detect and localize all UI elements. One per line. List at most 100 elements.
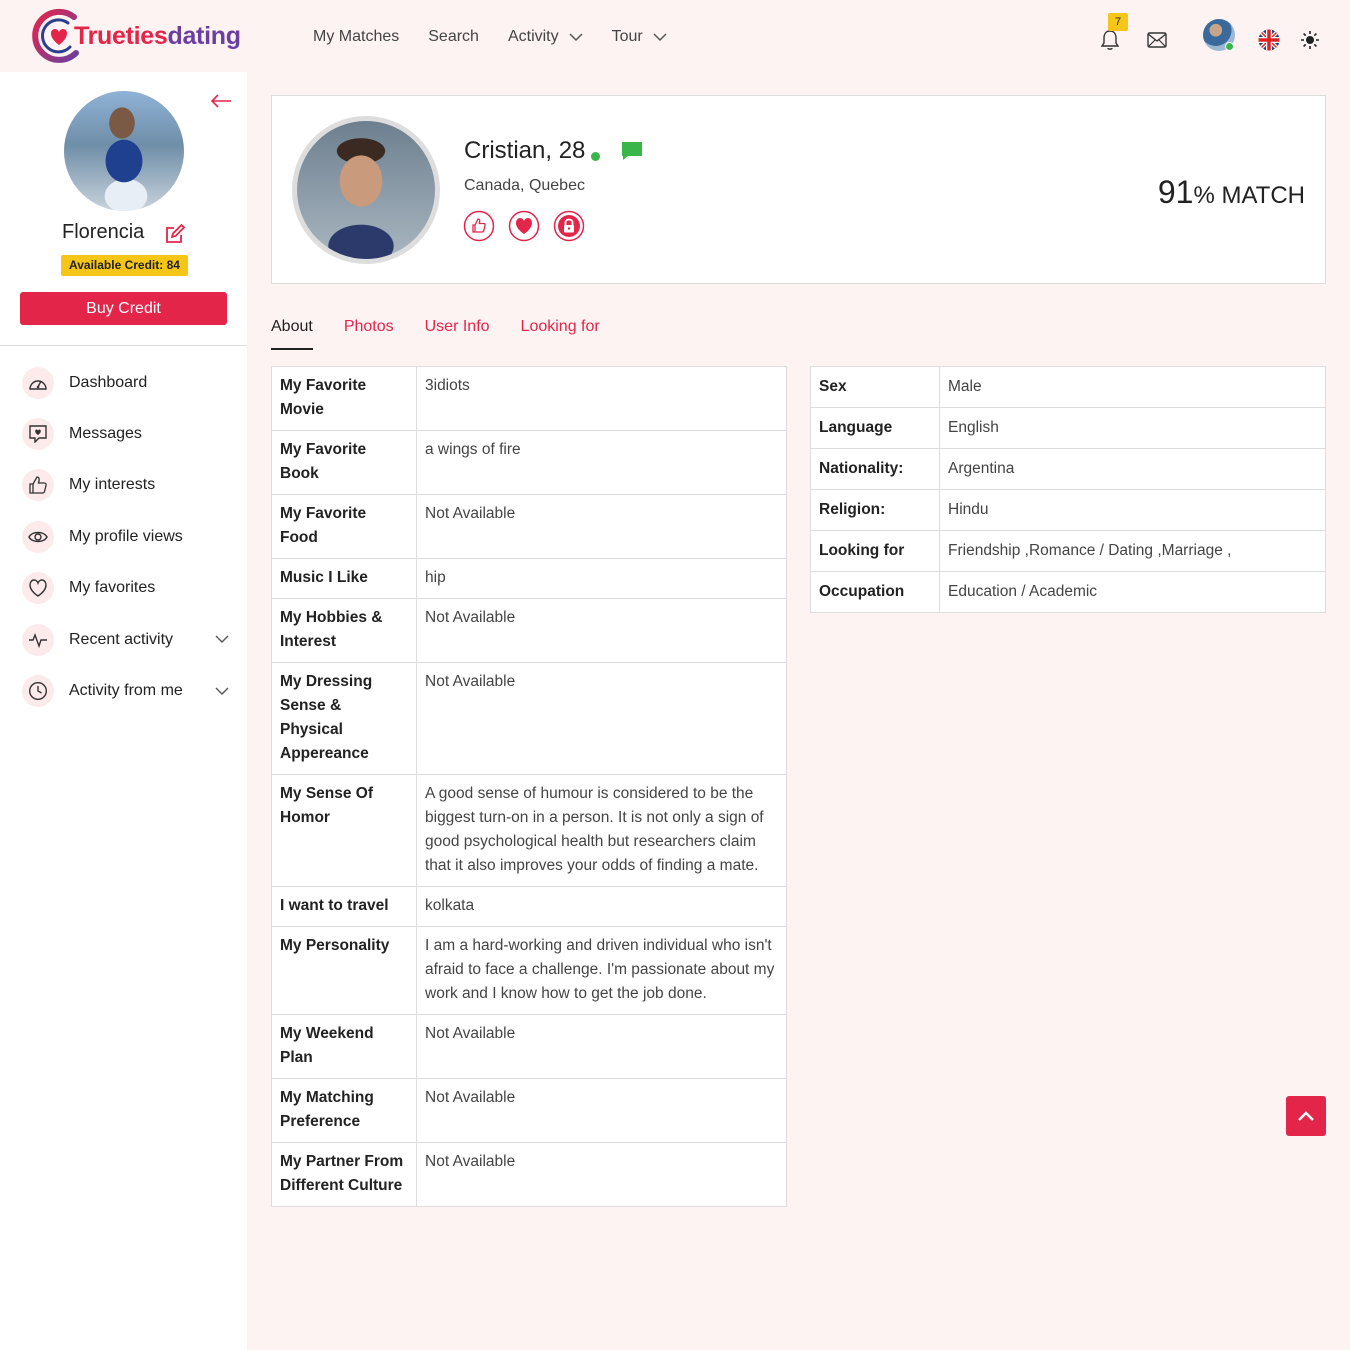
row-key: Looking for xyxy=(810,530,940,572)
sidebar-item-favorites[interactable]: My favorites xyxy=(0,563,247,614)
row-value: kolkata xyxy=(416,886,787,927)
sidebar-item-label: Messages xyxy=(69,425,142,443)
buy-credit-button[interactable]: Buy Credit xyxy=(20,292,227,325)
row-key: My Hobbies & Interest xyxy=(271,598,417,663)
profile-location: Canada, Quebec xyxy=(464,177,585,194)
heart-icon xyxy=(22,572,54,605)
row-key: Sex xyxy=(810,366,940,408)
row-key: My Dressing Sense & Physical Appereance xyxy=(271,662,417,775)
sidebar-item-label: Recent activity xyxy=(69,630,174,648)
row-value: Hindu xyxy=(939,489,1326,531)
chat-bubble-icon xyxy=(622,142,642,160)
table-row: My Partner From Different Culture Not Ava… xyxy=(271,1142,787,1207)
row-key: Nationality: xyxy=(810,448,940,490)
brand-logo[interactable]: Truetiesdating xyxy=(30,6,241,66)
send-message-button[interactable] xyxy=(621,141,643,166)
row-value: Argentina xyxy=(939,448,1326,490)
table-row: Nationality: Argentina xyxy=(810,448,1326,490)
table-row: My Weekend Plan Not Available xyxy=(271,1014,787,1079)
table-row: My Favorite Food Not Available xyxy=(271,494,787,559)
row-value: 3idiots xyxy=(416,366,787,431)
chevron-down-icon xyxy=(215,635,229,644)
user-info-table: Sex Male Language English Nationality: Arge… xyxy=(810,366,1326,613)
edit-profile-button[interactable] xyxy=(165,223,186,249)
mail-icon xyxy=(1147,32,1167,48)
sidebar-user-name: Florencia xyxy=(62,221,145,243)
table-row: Music I Like hip xyxy=(271,558,787,599)
available-credit-badge: Available Credit: 84 xyxy=(61,255,188,276)
main-nav: My Matches Search Activity Tour xyxy=(313,24,696,50)
row-key: My Favorite Movie xyxy=(271,366,417,431)
row-key: I want to travel xyxy=(271,886,417,927)
logo-mark-icon xyxy=(30,7,88,65)
tab-user-info[interactable]: User Info xyxy=(425,318,490,350)
sidebar-item-label: My profile views xyxy=(69,527,183,545)
table-row: My Favorite Book a wings of fire xyxy=(271,430,787,495)
table-row: My Personality I am a hard-working and dr… xyxy=(271,926,787,1015)
heart-icon xyxy=(508,210,540,242)
row-value: Not Available xyxy=(416,662,787,775)
sidebar-item-profile-views[interactable]: My profile views xyxy=(0,511,247,562)
sidebar-item-activity-from-me[interactable]: Activity from me xyxy=(0,665,247,716)
profile-photo[interactable] xyxy=(292,116,440,264)
tab-photos[interactable]: Photos xyxy=(344,318,394,350)
uk-flag-icon xyxy=(1258,29,1280,51)
clock-icon xyxy=(22,675,54,708)
language-selector[interactable] xyxy=(1255,22,1283,58)
row-key: My Sense Of Homor xyxy=(271,774,417,887)
sidebar: Florencia Available Credit: 84 Buy Credi… xyxy=(0,72,247,1350)
sidebar-user-photo[interactable] xyxy=(64,91,184,211)
nav-activity[interactable]: Activity xyxy=(508,24,583,50)
row-value: A good sense of humour is considered to … xyxy=(416,774,787,887)
sidebar-item-recent-activity[interactable]: Recent activity xyxy=(0,614,247,665)
sidebar-item-messages[interactable]: Messages xyxy=(0,408,247,459)
unlock-button[interactable] xyxy=(553,210,585,242)
like-button[interactable] xyxy=(463,210,495,242)
nav-my-matches[interactable]: My Matches xyxy=(313,24,399,50)
user-avatar[interactable] xyxy=(1203,19,1235,51)
nav-label: Search xyxy=(428,28,479,45)
sidebar-item-label: My interests xyxy=(69,476,156,494)
nav-search[interactable]: Search xyxy=(428,24,479,50)
row-key: Occupation xyxy=(810,571,940,613)
table-row: My Matching Preference Not Available xyxy=(271,1078,787,1143)
sidebar-item-dashboard[interactable]: Dashboard xyxy=(0,357,247,408)
lock-icon xyxy=(553,210,585,242)
profile-header-card: Cristian, 28 Canada, Quebec 91% MATCH xyxy=(271,95,1326,284)
message-heart-icon xyxy=(22,418,54,451)
sidebar-divider xyxy=(0,345,247,346)
row-value: Not Available xyxy=(416,1142,787,1207)
online-status-dot xyxy=(591,152,600,161)
bell-icon xyxy=(1100,30,1120,50)
sidebar-item-label: Activity from me xyxy=(69,682,183,700)
profile-name-age: Cristian, 28 xyxy=(464,137,586,164)
row-value: English xyxy=(939,407,1326,449)
match-percentage: 91% MATCH xyxy=(1158,174,1305,211)
about-table: My Favorite Movie 3idiots My Favorite Boo… xyxy=(271,366,787,1207)
eye-icon xyxy=(22,520,54,553)
row-value: Not Available xyxy=(416,494,787,559)
row-value: hip xyxy=(416,558,787,599)
chevron-down-icon xyxy=(215,687,229,695)
messages-button[interactable] xyxy=(1143,22,1171,58)
table-row: My Hobbies & Interest Not Available xyxy=(271,598,787,663)
theme-toggle-button[interactable] xyxy=(1296,22,1324,58)
favorite-button[interactable] xyxy=(508,210,540,242)
tab-about[interactable]: About xyxy=(271,318,313,350)
row-key: Language xyxy=(810,407,940,449)
scroll-to-top-button[interactable] xyxy=(1286,1096,1326,1136)
chevron-down-icon xyxy=(569,32,583,41)
table-row: Religion: Hindu xyxy=(810,489,1326,531)
sidebar-item-interests[interactable]: My interests xyxy=(0,460,247,511)
pulse-icon xyxy=(22,623,54,656)
row-key: Religion: xyxy=(810,489,940,531)
chevron-up-icon xyxy=(1298,1111,1314,1121)
profile-tabs: About Photos User Info Looking for xyxy=(271,318,631,350)
collapse-sidebar-button[interactable] xyxy=(210,94,232,113)
tab-looking-for[interactable]: Looking for xyxy=(521,318,600,350)
brand-name: Truetiesdating xyxy=(74,22,241,51)
nav-tour[interactable]: Tour xyxy=(612,24,667,50)
online-indicator xyxy=(1225,42,1234,51)
row-value: Male xyxy=(939,366,1326,408)
sidebar-item-label: My favorites xyxy=(69,579,156,597)
